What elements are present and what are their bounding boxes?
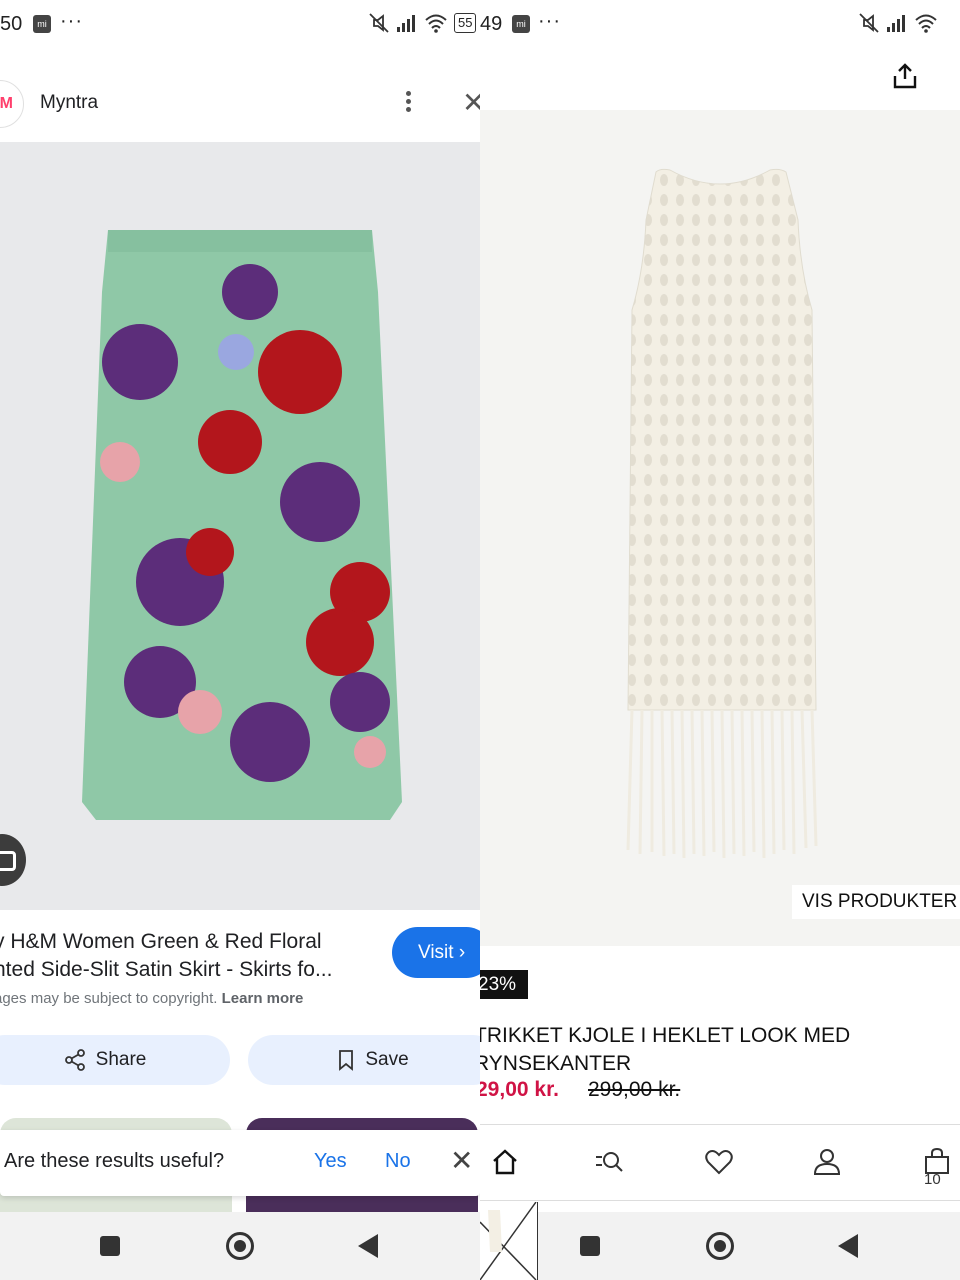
mute-icon [369, 13, 389, 33]
nav-recent-icon[interactable] [100, 1236, 120, 1256]
wifi-icon [915, 14, 937, 33]
share-upload-icon[interactable] [892, 62, 918, 90]
nav-recent-icon[interactable] [580, 1236, 600, 1256]
mi-notification-icon: mi [33, 15, 51, 33]
wifi-icon [425, 14, 447, 33]
user-icon[interactable] [812, 1147, 842, 1177]
share-label: Share [95, 1049, 147, 1070]
more-notifications-icon: ··· [538, 10, 561, 32]
copyright-notice: ages may be subject to copyright. Learn … [0, 990, 303, 1007]
status-bar: 50 mi ··· 55 [0, 0, 480, 50]
original-price: 299,00 kr. [588, 1078, 681, 1101]
chevron-right-icon: › [458, 942, 466, 963]
share-button[interactable]: Share [0, 1035, 230, 1085]
left-screen: 50 mi ··· 55 M Myntra ✕ y H&M Women Gree… [0, 0, 480, 1280]
site-favicon: M [0, 80, 24, 128]
app-tab-bar: 10 [480, 1125, 960, 1201]
search-filter-icon[interactable] [594, 1147, 624, 1177]
status-time: 49 [480, 13, 503, 35]
close-icon[interactable]: ✕ [462, 86, 480, 119]
bag-count: 10 [924, 1171, 941, 1188]
right-screen: 49 mi ··· VIS PRODUKTER 23% TRIKKET KJOL… [480, 0, 960, 1280]
product-name-line2: RYNSEKANTER [480, 1052, 632, 1075]
nav-back-icon[interactable] [838, 1234, 858, 1258]
visit-label: Visit [418, 942, 454, 963]
result-title-line1: y H&M Women Green & Red Floral [0, 930, 322, 953]
copyright-text: ages may be subject to copyright. [0, 990, 218, 1007]
signal-icon [397, 15, 415, 32]
save-button[interactable]: Save [248, 1035, 480, 1085]
result-title-line2: nted Side-Slit Satin Skirt - Skirts fo..… [0, 958, 333, 981]
nav-back-icon[interactable] [358, 1234, 378, 1258]
product-name: TRIKKET KJOLE I HEKLET LOOK MED RYNSEKAN… [480, 1022, 914, 1078]
status-time: 50 [0, 13, 23, 35]
crochet-dress-illustration [626, 168, 818, 859]
floral-skirt-illustration [82, 230, 402, 820]
bookmark-icon [339, 1050, 354, 1071]
learn-more-link[interactable]: Learn more [222, 990, 304, 1007]
mute-icon [859, 13, 879, 33]
myntra-logo: M [0, 95, 13, 112]
system-nav-bar [0, 1212, 480, 1280]
feedback-close-icon[interactable]: ✕ [450, 1144, 473, 1177]
nav-home-icon[interactable] [226, 1232, 254, 1260]
signal-icon [887, 15, 905, 32]
feedback-bar: Are these results useful? Yes No ✕ [0, 1130, 480, 1196]
skirt-product-image[interactable] [0, 142, 480, 910]
visit-button[interactable]: Visit › [392, 927, 480, 978]
site-name[interactable]: Myntra [40, 92, 98, 114]
kebab-icon[interactable] [398, 88, 418, 120]
feedback-question: Are these results useful? [4, 1150, 225, 1172]
sale-price: 29,00 kr. [480, 1078, 559, 1101]
more-notifications-icon: ··· [60, 10, 83, 32]
feedback-yes-button[interactable]: Yes [314, 1150, 347, 1173]
view-products-button[interactable]: VIS PRODUKTER [792, 885, 960, 919]
lens-result-header: M Myntra ✕ [0, 70, 480, 140]
status-icons [858, 12, 938, 34]
mi-notification-icon: mi [512, 15, 530, 33]
system-nav-bar [538, 1212, 960, 1280]
recent-app-thumbnail[interactable] [480, 1202, 538, 1280]
status-bar: 49 mi ··· [480, 0, 960, 50]
feedback-no-button[interactable]: No [385, 1150, 411, 1173]
battery-icon: 55 [454, 13, 477, 33]
status-icons: 55 [368, 12, 477, 34]
dress-product-image[interactable] [480, 110, 960, 946]
discount-badge: 23% [480, 970, 528, 999]
home-icon[interactable] [490, 1147, 520, 1177]
save-label: Save [365, 1049, 409, 1070]
nav-home-icon[interactable] [706, 1232, 734, 1260]
heart-icon[interactable] [704, 1147, 734, 1177]
share-icon [64, 1049, 85, 1071]
result-title[interactable]: y H&M Women Green & Red Floral nted Side… [0, 928, 374, 984]
product-name-line1: TRIKKET KJOLE I HEKLET LOOK MED [480, 1024, 851, 1047]
